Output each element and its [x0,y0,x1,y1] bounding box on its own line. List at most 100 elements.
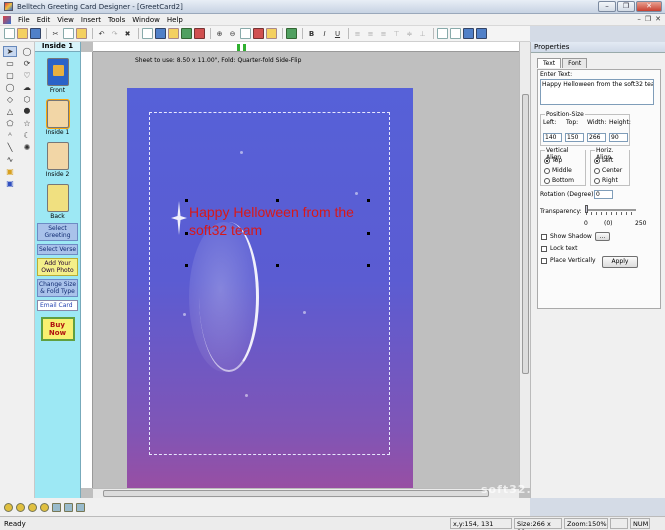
crescent-moon[interactable] [199,222,259,372]
tab-font[interactable]: Font [562,58,588,68]
send-back-icon[interactable] [450,28,461,39]
heart-tool-icon[interactable]: ♡ [20,70,34,81]
show-shadow-checkbox[interactable]: Show Shadow [541,233,592,240]
pointer-tool-icon[interactable]: ➤ [3,46,17,57]
page-thumb-inside-2[interactable] [46,142,69,170]
line-tool-icon[interactable]: ╲ [3,142,17,153]
polygon-tool-icon[interactable]: ⬠ [3,118,17,129]
page-thumb-front[interactable] [46,58,69,86]
star-tool-icon[interactable]: ☆ [20,118,34,129]
select-verse-button[interactable]: Select Verse [37,244,78,255]
fill-icon[interactable] [266,28,277,39]
selection-handle[interactable] [367,264,370,267]
copy-icon[interactable] [63,28,74,39]
fit-page-icon[interactable] [240,28,251,39]
email-icon[interactable] [168,28,179,39]
menu-window[interactable]: Window [132,16,160,24]
lock-text-checkbox[interactable]: Lock text [541,245,577,252]
lasso-tool-icon[interactable]: ⟳ [20,58,34,69]
selection-handle[interactable] [185,232,188,235]
app-icon[interactable] [4,2,13,11]
layer-icon[interactable] [52,502,61,512]
layer-icon[interactable] [64,502,73,512]
cloud-tool-icon[interactable]: ☁ [20,82,34,93]
valign-bottom-radio[interactable]: Bottom [544,177,574,184]
menu-view[interactable]: View [57,16,74,24]
align-top-icon[interactable]: ⊤ [391,28,402,39]
rectangle-tool-icon[interactable]: ▭ [3,58,17,69]
selection-handle[interactable] [367,199,370,202]
card-canvas[interactable]: Happy Helloween from the soft32 team [127,88,413,516]
sparkle-star[interactable] [171,201,187,235]
rotation-field[interactable]: 0 [594,190,613,199]
delete-icon[interactable]: ✖ [122,28,133,39]
horizontal-scroll-thumb[interactable] [103,490,489,497]
zoom-in-icon[interactable]: ⊕ [214,28,225,39]
diamond-tool-icon[interactable]: ◇ [3,94,17,105]
align-middle-icon[interactable]: ≑ [404,28,415,39]
add-photo-button[interactable]: Add Your Own Photo [37,258,78,276]
curve-tool-icon[interactable]: ∿ [3,154,17,165]
email-card-button[interactable]: Email Card [37,300,78,311]
doc-close-button[interactable]: ✕ [655,15,661,23]
group-users-icon[interactable] [4,502,13,512]
ruler-right-marker[interactable] [243,44,246,51]
moon-tool-icon[interactable]: ☾ [20,130,34,141]
rounded-rect-tool-icon[interactable]: ▢ [3,70,17,81]
group-users-icon[interactable] [28,502,37,512]
halign-center-radio[interactable]: Center [594,167,622,174]
picture-tool-icon[interactable]: ▣ [3,166,17,177]
image-icon[interactable] [181,28,192,39]
selection-handle[interactable] [185,199,188,202]
enter-text-input[interactable]: Happy Helloween from the soft32 team [540,79,654,105]
select-greeting-button[interactable]: Select Greeting [37,223,78,241]
bring-front-icon[interactable] [437,28,448,39]
group-users-icon[interactable] [16,502,25,512]
photo-icon[interactable] [194,28,205,39]
place-vertically-checkbox[interactable]: Place Vertically [541,257,596,264]
close-button[interactable]: ✕ [636,1,662,12]
clipart-icon[interactable] [253,28,264,39]
menu-tools[interactable]: Tools [108,16,125,24]
valign-top-radio[interactable]: Top [544,157,562,164]
align-bottom-icon[interactable]: ⊥ [417,28,428,39]
octagon-tool-icon[interactable]: ⯃ [20,106,34,117]
selection-handle[interactable] [276,199,279,202]
print-icon[interactable] [155,28,166,39]
align-right-icon[interactable]: ≡ [378,28,389,39]
page-thumb-inside-1[interactable] [46,100,69,128]
align-center-icon[interactable]: ≡ [365,28,376,39]
buy-now-button[interactable]: Buy Now [40,317,75,341]
open-icon[interactable] [17,28,28,39]
minimize-button[interactable]: – [598,1,616,12]
valign-middle-radio[interactable]: Middle [544,167,572,174]
text-tool-icon[interactable]: ᴬ [3,130,17,141]
halign-right-radio[interactable]: Right [594,177,618,184]
undo-icon[interactable]: ↶ [96,28,107,39]
vertical-scrollbar[interactable] [519,42,530,488]
triangle-tool-icon[interactable]: △ [3,106,17,117]
halign-left-radio[interactable]: Left [594,157,613,164]
menu-file[interactable]: File [18,16,30,24]
sun-tool-icon[interactable]: ✺ [20,142,34,153]
menu-insert[interactable]: Insert [81,16,101,24]
italic-button[interactable]: I [319,28,330,39]
spell-check-icon[interactable] [286,28,297,39]
transparency-slider-thumb[interactable] [585,205,588,213]
tab-text[interactable]: Text [537,58,562,68]
print-preview-icon[interactable] [142,28,153,39]
layer-icon[interactable] [76,502,85,512]
new-icon[interactable] [4,28,15,39]
shadow-options-button[interactable]: ... [595,232,610,241]
top-field[interactable]: 150 [565,133,584,142]
left-field[interactable]: 140 [543,133,562,142]
doc-minimize-button[interactable]: – [637,15,641,23]
restore-button[interactable]: ❐ [617,1,635,12]
selection-handle[interactable] [367,232,370,235]
greeting-text[interactable]: Happy Helloween from the soft32 team [189,203,369,239]
cut-icon[interactable]: ✂ [50,28,61,39]
transparency-slider-track[interactable] [586,209,636,211]
align-left-icon[interactable]: ≡ [352,28,363,39]
doc-restore-button[interactable]: ❐ [645,15,651,23]
selection-handle[interactable] [185,264,188,267]
